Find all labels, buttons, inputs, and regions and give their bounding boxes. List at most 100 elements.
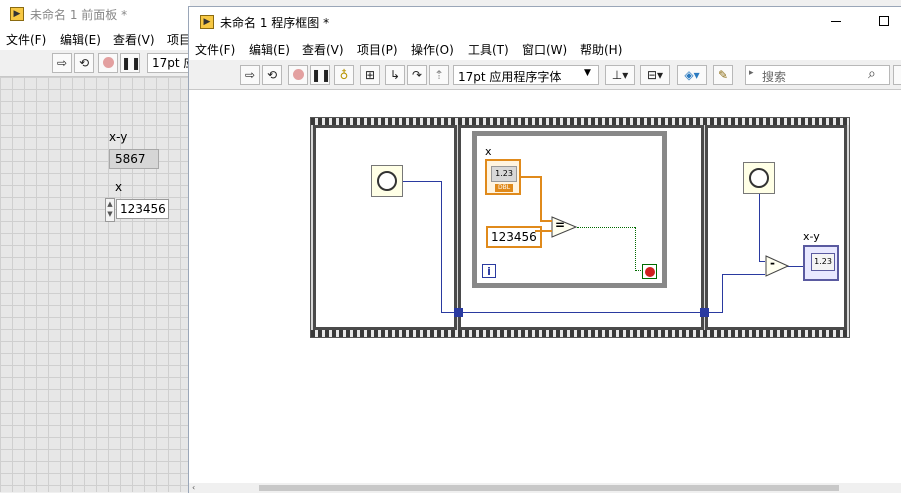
step-out-icon[interactable]: ⇡ <box>429 65 449 85</box>
pause-icon[interactable]: ❚❚ <box>310 65 331 85</box>
sequence-film-top <box>311 118 849 125</box>
fp-menu-file[interactable]: 文件(F) <box>6 31 46 48</box>
numeric-constant[interactable]: 123456 <box>486 226 542 248</box>
tunnel-wire-out <box>708 312 722 313</box>
sequence-frame-3[interactable] <box>705 125 847 330</box>
tick2-wire-v <box>759 194 760 262</box>
minus-symbol: - <box>770 256 775 270</box>
tunnel-wire-up <box>722 274 723 313</box>
x-terminal-value: 1.23 <box>491 166 517 182</box>
xy-indicator-label: x-y <box>109 130 128 144</box>
x-terminal-label: x <box>485 145 492 158</box>
block-diagram-toolbar: ⇨ ⟲ ❚❚ ♁ ⊞ ↳ ↷ ⇡ 17pt 应用程序字体 ▼ ⊥▾ ⊟▾ ◈▾ … <box>189 60 901 90</box>
help-icon[interactable] <box>893 65 901 85</box>
search-box[interactable]: ▸ 搜索 ⌕ <box>745 65 890 85</box>
iteration-terminal[interactable]: i <box>482 264 496 278</box>
const-wire <box>535 230 552 232</box>
cleanup-icon[interactable]: ✎ <box>713 65 733 85</box>
front-panel-menubar: 文件(F) 编辑(E) 查看(V) 项目 <box>0 29 191 49</box>
tick1-wire-v <box>441 181 442 313</box>
menu-file[interactable]: 文件(F) <box>195 41 235 58</box>
xy-terminal-value: 1.23 <box>811 253 835 271</box>
fp-font-select[interactable]: 17pt 应 <box>147 53 190 73</box>
align-icon[interactable]: ⊥▾ <box>605 65 635 85</box>
sequence-film-bottom <box>311 330 849 337</box>
equal-symbol: = <box>555 218 566 232</box>
scroll-thumb[interactable] <box>259 485 839 491</box>
chevron-right-icon: ▸ <box>749 68 754 78</box>
scroll-left-icon[interactable]: ‹ <box>192 483 195 492</box>
front-panel-titlebar[interactable]: ▶ 未命名 1 前面板 * <box>0 0 190 28</box>
front-panel-title: 未命名 1 前面板 * <box>30 8 128 22</box>
clock-icon <box>377 171 397 191</box>
subtract-triangle-icon <box>765 255 790 277</box>
distribute-icon[interactable]: ⊟▾ <box>640 65 670 85</box>
front-panel-window[interactable]: ▶ 未命名 1 前面板 * 文件(F) 编辑(E) 查看(V) 项目 ⇨ ⟲ ❚… <box>0 0 191 492</box>
font-select-value: 17pt 应用程序字体 <box>458 70 562 84</box>
x-wire-v <box>540 176 542 221</box>
dbl-type-tag: DBL <box>495 184 513 192</box>
front-panel-grid: x-y 5867 x ▲ ▼ 123456 <box>0 77 190 492</box>
stop-icon <box>645 267 655 277</box>
increment-decrement-icon[interactable]: ▲ ▼ <box>105 198 115 222</box>
labview-vi-icon: ▶ <box>10 7 24 21</box>
x-control-terminal[interactable]: 1.23 DBL <box>485 159 521 195</box>
xy-indicator: 5867 <box>109 149 159 169</box>
pause-icon[interactable]: ❚❚ <box>120 53 141 73</box>
abort-icon[interactable] <box>288 65 308 85</box>
clock-icon <box>749 168 769 188</box>
menu-tools[interactable]: 工具(T) <box>468 41 509 58</box>
block-diagram-titlebar[interactable]: ▶ 未命名 1 程序框图 * <box>189 7 901 36</box>
retain-wire-icon[interactable]: ⊞ <box>360 65 380 85</box>
minimize-icon[interactable] <box>831 21 841 22</box>
search-icon[interactable]: ⌕ <box>868 66 876 82</box>
menu-help[interactable]: 帮助(H) <box>580 41 622 58</box>
chevron-down-icon: ▼ <box>584 68 591 78</box>
fp-menu-view[interactable]: 查看(V) <box>113 31 155 48</box>
front-panel-toolbar: ⇨ ⟲ ❚❚ 17pt 应 <box>0 50 190 77</box>
maximize-icon[interactable] <box>879 16 889 26</box>
menu-view[interactable]: 查看(V) <box>302 41 344 58</box>
subtract-node[interactable]: - <box>765 255 790 277</box>
abort-icon[interactable] <box>98 53 118 73</box>
sequence-frame-1[interactable] <box>313 125 457 330</box>
sequence-tunnel-1[interactable] <box>454 308 463 317</box>
run-arrow-icon[interactable]: ⇨ <box>240 65 260 85</box>
tick1-wire-bottom <box>441 312 701 313</box>
menu-project[interactable]: 项目(P) <box>357 41 398 58</box>
tick-count-node-1[interactable] <box>371 165 403 197</box>
tick-count-node-2[interactable] <box>743 162 775 194</box>
font-select[interactable]: 17pt 应用程序字体 ▼ <box>453 65 599 85</box>
equal-node[interactable]: = <box>551 216 578 238</box>
x-wire-to-equal <box>540 220 552 222</box>
run-arrow-icon[interactable]: ⇨ <box>52 53 72 73</box>
x-numeric-control[interactable]: 123456 <box>116 199 169 219</box>
menu-operate[interactable]: 操作(O) <box>411 41 454 58</box>
tick1-wire-h <box>403 181 442 182</box>
reorder-icon[interactable]: ◈▾ <box>677 65 707 85</box>
bool-wire-v <box>635 227 636 271</box>
xy-indicator-terminal[interactable]: 1.23 <box>803 245 839 281</box>
tunnel-wire-to-minus <box>722 274 765 275</box>
run-continuous-icon[interactable]: ⟲ <box>74 53 94 73</box>
bool-wire-h <box>577 227 635 228</box>
menu-window[interactable]: 窗口(W) <box>522 41 567 58</box>
block-diagram-menubar: 文件(F) 编辑(E) 查看(V) 项目(P) 操作(O) 工具(T) 窗口(W… <box>189 38 901 60</box>
x-wire-h <box>521 176 542 178</box>
block-diagram-title: 未命名 1 程序框图 * <box>220 16 330 30</box>
labview-vi-icon: ▶ <box>200 15 214 29</box>
run-continuous-icon[interactable]: ⟲ <box>262 65 282 85</box>
step-over-icon[interactable]: ↷ <box>407 65 427 85</box>
stop-terminal[interactable] <box>642 264 657 279</box>
step-into-icon[interactable]: ↳ <box>385 65 405 85</box>
while-loop[interactable] <box>472 131 667 288</box>
minus-wire-out <box>787 266 804 267</box>
xy-terminal-label: x-y <box>803 230 820 243</box>
fp-menu-edit[interactable]: 编辑(E) <box>60 31 101 48</box>
search-input[interactable]: 搜索 <box>762 68 786 85</box>
x-control-label: x <box>115 180 123 194</box>
highlight-bulb-icon[interactable]: ♁ <box>334 65 354 85</box>
block-diagram-window[interactable]: ▶ 未命名 1 程序框图 * 文件(F) 编辑(E) 查看(V) 项目(P) 操… <box>188 6 901 493</box>
block-diagram-canvas[interactable]: x 1.23 DBL 123456 = i - x-y 1.23 <box>189 90 901 484</box>
menu-edit[interactable]: 编辑(E) <box>249 41 290 58</box>
